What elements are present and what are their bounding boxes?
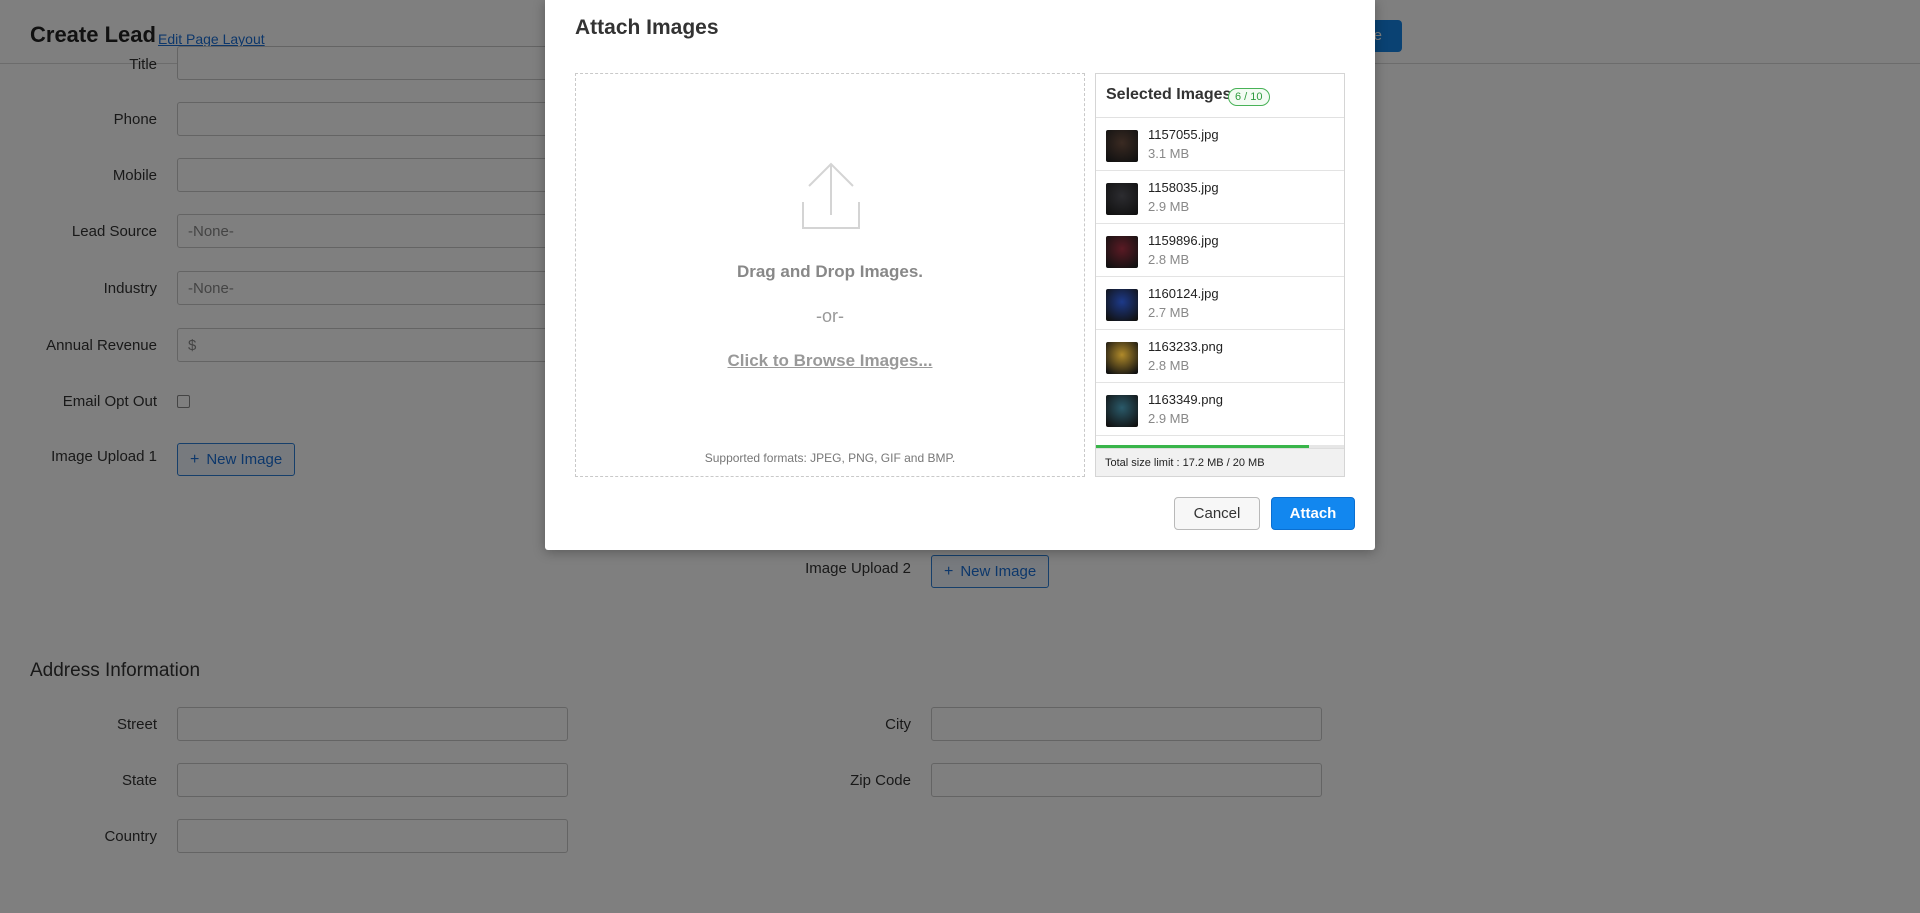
attach-button[interactable]: Attach — [1271, 497, 1355, 530]
image-thumbnail — [1106, 183, 1138, 215]
selected-images-panel: Selected Images 6 / 10 1157055.jpg 3.1 MB… — [1095, 73, 1345, 477]
image-file-name: 1163349.png — [1148, 392, 1223, 407]
image-file-name: 1159896.jpg — [1148, 233, 1219, 248]
image-thumbnail — [1106, 236, 1138, 268]
upload-icon — [802, 162, 860, 229]
image-file-size: 2.7 MB — [1148, 305, 1190, 320]
selected-count-badge: 6 / 10 — [1228, 88, 1270, 106]
image-file-name: 1157055.jpg — [1148, 127, 1219, 142]
selected-image-item[interactable]: 1159896.jpg 2.8 MB — [1096, 224, 1344, 277]
supported-formats-text: Supported formats: JPEG, PNG, GIF and BM… — [704, 451, 956, 465]
image-file-size: 3.1 MB — [1148, 146, 1190, 161]
image-file-name: 1163233.png — [1148, 339, 1223, 354]
image-thumbnail — [1106, 342, 1138, 374]
image-thumbnail — [1106, 289, 1138, 321]
attach-images-dialog: Attach Images Drag and Drop Images. -or-… — [545, 0, 1375, 550]
cancel-button[interactable]: Cancel — [1174, 497, 1260, 530]
selected-images-list[interactable]: 1157055.jpg 3.1 MB 1158035.jpg 2.9 MB 115989… — [1096, 118, 1344, 438]
selected-image-item[interactable]: 1158035.jpg 2.9 MB — [1096, 171, 1344, 224]
image-file-size: 2.8 MB — [1148, 358, 1190, 373]
selected-image-item[interactable]: 1160124.jpg 2.7 MB — [1096, 277, 1344, 330]
selected-images-title: Selected Images — [1106, 86, 1232, 103]
size-limit-text: Total size limit : 17.2 MB / 20 MB — [1105, 457, 1265, 469]
image-thumbnail — [1106, 130, 1138, 162]
selected-image-item[interactable]: 1163233.png 2.8 MB — [1096, 330, 1344, 383]
drag-drop-text: Drag and Drop Images. — [736, 262, 924, 281]
selected-image-item[interactable]: 1163349.png 2.9 MB — [1096, 383, 1344, 436]
or-text: -or- — [816, 306, 844, 326]
image-thumbnail — [1106, 395, 1138, 427]
browse-images-link[interactable]: Click to Browse Images... — [576, 351, 1084, 371]
image-file-size: 2.8 MB — [1148, 252, 1190, 267]
image-dropzone[interactable]: Drag and Drop Images. -or- Click to Brow… — [575, 73, 1085, 477]
selected-images-header: Selected Images 6 / 10 — [1096, 74, 1344, 118]
image-file-size: 2.9 MB — [1148, 411, 1190, 426]
dialog-title: Attach Images — [575, 16, 719, 39]
image-file-size: 2.9 MB — [1148, 199, 1190, 214]
image-file-name: 1160124.jpg — [1148, 286, 1219, 301]
image-file-name: 1158035.jpg — [1148, 180, 1219, 195]
selected-image-item[interactable]: 1157055.jpg 3.1 MB — [1096, 118, 1344, 171]
size-limit-footer: Total size limit : 17.2 MB / 20 MB — [1096, 448, 1344, 476]
